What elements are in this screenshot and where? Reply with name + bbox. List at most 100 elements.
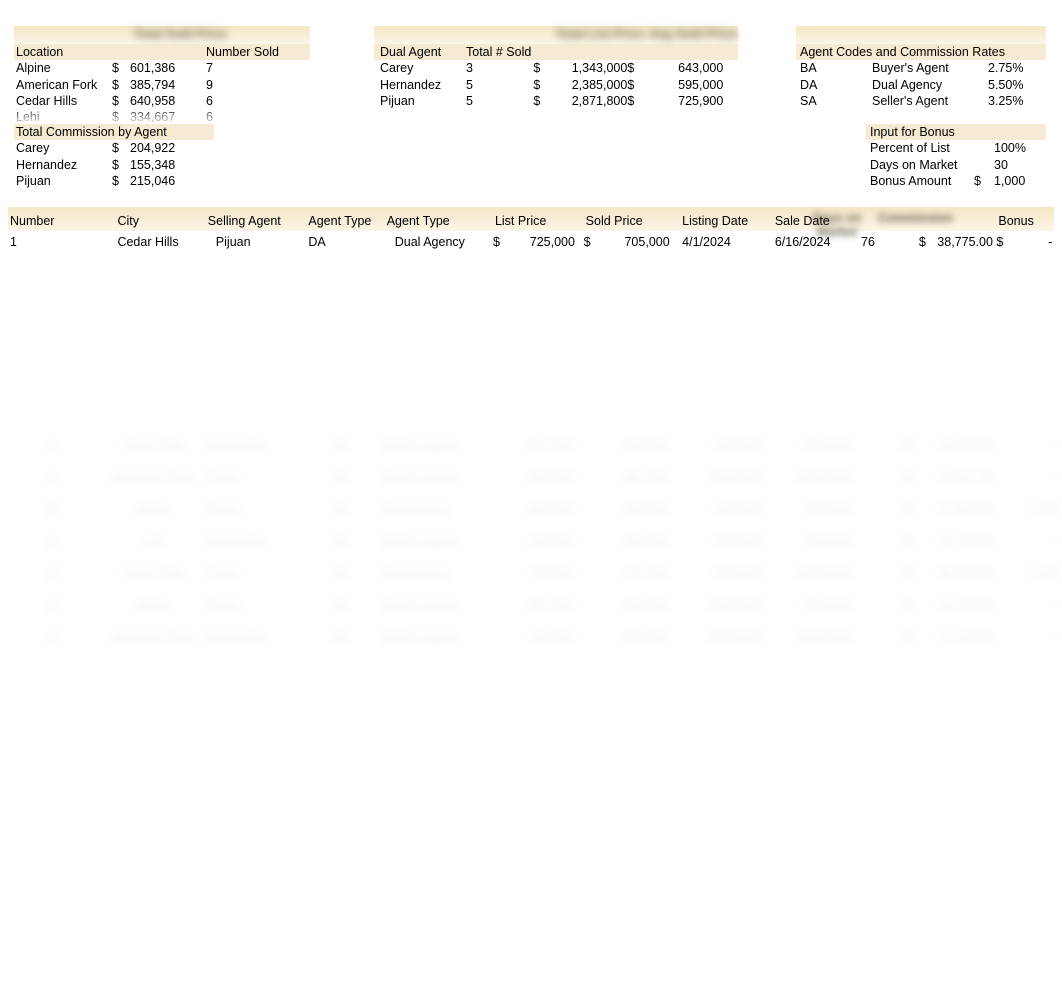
location-name: Alpine — [16, 61, 51, 76]
dual-agent-avg-sold: 643,000 — [678, 61, 724, 76]
commission-amount: 155,348 — [130, 157, 176, 172]
dual-agent-currency-2: $ — [627, 77, 635, 92]
main-grid: Number City Selling Agent Agent Type Age… — [8, 211, 1062, 253]
input-bonus-currency: $ — [974, 173, 981, 188]
commission-by-agent-table: Total Commission by Agent Carey $ 204,92… — [14, 124, 210, 189]
input-bonus-title-row: Input for Bonus — [868, 124, 1048, 140]
dual-agent-name: Pijuan — [380, 93, 415, 108]
cell-bonus-value: - — [1048, 235, 1053, 249]
summary-by-location-title-blurred: Total Sold Price — [120, 27, 240, 41]
dual-agent-avg-sold: 595,000 — [678, 77, 724, 92]
dual-agent-grid: Dual Agent Total # Sold Carey 3 $1,343,0… — [378, 44, 731, 109]
input-bonus-grid: Input for Bonus Percent of List 100% Day… — [868, 124, 1048, 189]
dual-agent-total-sold: 5 — [466, 77, 473, 92]
col-header-days-blank[interactable] — [859, 211, 919, 232]
col-header-city[interactable]: City — [115, 211, 205, 232]
cell-list-price: $725,000 — [493, 232, 584, 253]
list-item: 9 American Fork Carey BA Buyer's Agent 385,… — [48, 471, 1058, 485]
input-bonus-label: Bonus Amount — [870, 173, 952, 188]
table-row: Carey 3 $1,343,000 $643,000 — [378, 60, 731, 76]
input-bonus-currency — [972, 157, 992, 173]
dual-agent-total-list: 2,385,000 — [571, 77, 628, 92]
commission-amount: 204,922 — [130, 141, 176, 156]
col-header-number[interactable]: Number — [8, 211, 115, 232]
dual-agent-totalsold-header: Total # Sold — [466, 45, 532, 59]
commission-currency: $ — [112, 141, 119, 156]
agent-codes-top-band — [796, 26, 1046, 44]
table-row[interactable]: Days on Market 30 — [868, 157, 1048, 173]
location-cur-header — [110, 44, 128, 60]
col-header-agent-type[interactable]: Agent Type — [385, 211, 493, 232]
location-name: Cedar Hills — [16, 93, 78, 108]
location-currency: $ — [112, 93, 119, 108]
agent-code-name: Buyer's Agent — [872, 61, 949, 76]
table-row: Hernandez 5 $2,385,000 $595,000 — [378, 77, 731, 93]
input-bonus-currency — [972, 140, 992, 156]
input-bonus-label: Days on Market — [870, 157, 958, 172]
cell-sold-value: 705,000 — [624, 235, 670, 249]
dual-agent-avg-sold-cell: $725,900 — [627, 93, 731, 109]
location-number-sold: 6 — [206, 93, 213, 108]
agent-code-name: Dual Agency — [872, 77, 943, 92]
table-row: BA Buyer's Agent 2.75% — [798, 60, 1048, 76]
col-header-listing-date[interactable]: Listing Date — [680, 211, 773, 232]
col-header-agent-code[interactable]: Agent Type — [306, 211, 384, 232]
list-item: 10 Alpine Pijuan DA Dual Agency 690,000 690… — [45, 503, 1058, 517]
page-fade-overlay — [0, 250, 1062, 1001]
cell-sold-price: $705,000 — [584, 232, 680, 253]
dual-agent-blurred-header-1-text: Total List Price — [555, 27, 645, 41]
table-row: Pijuan 5 $2,871,800 $725,900 — [378, 93, 731, 109]
location-amount-header — [128, 44, 204, 60]
cell-bonus-currency: $ — [996, 235, 1004, 249]
location-col-header: Location — [16, 45, 64, 59]
agent-code-rate: 2.75% — [988, 61, 1024, 76]
col-header-list-price[interactable]: List Price — [493, 211, 584, 232]
cell-list-value: 725,000 — [529, 235, 575, 249]
dual-agent-name: Hernandez — [380, 77, 442, 92]
table-row: Carey $ 204,922 — [14, 140, 210, 156]
col-header-bonus[interactable]: Bonus — [996, 211, 1062, 232]
cell-number: 1 — [10, 235, 17, 249]
location-name: American Fork — [16, 77, 98, 92]
table-row[interactable]: Bonus Amount $ 1,000 — [868, 173, 1048, 189]
input-for-bonus-table: Input for Bonus Percent of List 100% Day… — [868, 124, 1048, 189]
commission-title-row: Total Commission by Agent — [14, 124, 210, 140]
location-number-sold: 9 — [206, 77, 213, 92]
commission-grid: Total Commission by Agent Carey $ 204,92… — [14, 124, 210, 189]
dual-agent-header-row: Dual Agent Total # Sold — [378, 44, 731, 60]
dual-agent-total-list: 2,871,800 — [571, 93, 628, 108]
location-number-sold: 7 — [206, 61, 213, 76]
dual-agent-blurred-header-2: Avg Sold Price — [648, 27, 738, 41]
dual-agent-total-sold: 5 — [466, 93, 473, 108]
table-row[interactable]: 1 Cedar Hills Pijuan DA Dual Agency $725… — [8, 232, 1062, 253]
col-header-commission-blank[interactable] — [919, 211, 996, 232]
col-header-sale-date[interactable]: Sale Date — [773, 211, 859, 232]
bonus-amount-value[interactable]: 1,000 — [992, 173, 1048, 189]
cell-agent-type: Dual Agency — [394, 235, 465, 249]
summary-by-location-table: Location Number Sold Alpine $ 601,386 7 … — [14, 44, 308, 125]
table-row: SA Seller's Agent 3.25% — [798, 93, 1048, 109]
dual-agent-currency-2: $ — [627, 93, 635, 108]
percent-of-list-value[interactable]: 100% — [992, 140, 1048, 156]
dual-agent-blank-header-1 — [533, 44, 627, 60]
agent-codes-grid: Agent Codes and Commission Rates BA Buye… — [798, 44, 1048, 109]
cell-commission-value: 38,775.00 — [937, 235, 993, 249]
commission-currency: $ — [112, 157, 119, 172]
col-header-sold-price[interactable]: Sold Price — [584, 211, 680, 232]
cell-city: Cedar Hills — [117, 235, 179, 249]
dual-agent-total-list: 1,343,000 — [571, 61, 628, 76]
dual-agent-total-list-cell: $2,871,800 — [533, 93, 627, 109]
days-on-market-value[interactable]: 30 — [992, 157, 1048, 173]
dual-agent-summary-table: Dual Agent Total # Sold Carey 3 $1,343,0… — [378, 44, 731, 109]
location-currency: $ — [112, 61, 119, 76]
table-row: Pijuan $ 215,046 — [14, 173, 210, 189]
col-header-selling-agent[interactable]: Selling Agent — [206, 211, 307, 232]
table-row[interactable]: Percent of List 100% — [868, 140, 1048, 156]
dual-agent-blank-header-2 — [627, 44, 731, 60]
dual-agent-total-sold: 3 — [466, 61, 473, 76]
dual-agent-col-header: Dual Agent — [380, 45, 442, 59]
cell-selling-agent: Pijuan — [215, 235, 251, 249]
location-amount: 601,386 — [130, 61, 176, 76]
dual-agent-currency-2: $ — [627, 61, 635, 76]
commission-title: Total Commission by Agent — [16, 125, 167, 139]
